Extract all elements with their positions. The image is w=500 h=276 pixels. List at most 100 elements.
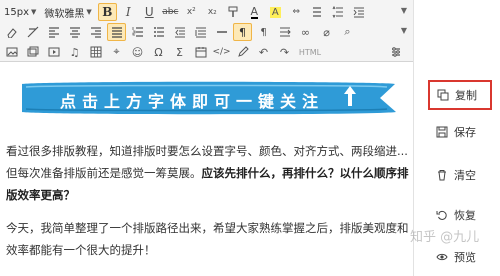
map-pin-icon: ⌖	[113, 45, 120, 58]
preview-label: 预览	[454, 251, 476, 264]
trash-icon	[435, 168, 449, 182]
eye-icon	[435, 250, 449, 264]
unordered-list-icon	[153, 27, 164, 37]
insert-table-button[interactable]	[86, 43, 105, 61]
more-tools-icon[interactable]: ▼	[401, 26, 407, 35]
letter-spacing-button[interactable]: ⇔	[287, 3, 306, 21]
text-direction-icon: ¶	[260, 26, 267, 38]
insert-image-button[interactable]	[2, 43, 21, 61]
preview-button[interactable]: 预览	[428, 242, 494, 272]
undo-icon: ↶	[258, 45, 269, 59]
font-size-select[interactable]: 15px ▼	[2, 3, 38, 21]
copy-label: 复制	[455, 89, 477, 102]
image-icon	[6, 47, 17, 57]
insert-map-button[interactable]: ⌖	[107, 43, 126, 61]
gallery-icon	[27, 46, 38, 57]
align-center-button[interactable]	[65, 23, 84, 41]
indent-icon	[353, 7, 365, 18]
omega-icon: Ω	[154, 45, 163, 59]
italic-button[interactable]: I	[119, 3, 138, 21]
align-right-icon	[90, 27, 101, 38]
video-icon	[48, 47, 59, 57]
settings-button[interactable]	[386, 43, 405, 61]
format-painter-button[interactable]	[224, 3, 243, 21]
paragraph-spacing-button[interactable]	[329, 3, 348, 21]
text-direction-button[interactable]: ¶	[254, 23, 273, 41]
clear-button[interactable]: 清空	[428, 160, 494, 190]
font-family-select[interactable]: 微软雅黑 ▼	[42, 3, 93, 21]
watermark: 知乎 @九儿	[410, 230, 480, 245]
horizontal-rule-button[interactable]	[212, 23, 231, 41]
restore-icon	[435, 208, 449, 222]
smiley-icon: ☺	[131, 45, 144, 59]
more-tools-icon[interactable]: ▼	[401, 6, 407, 15]
line-height-button[interactable]	[308, 3, 327, 21]
eraser-button[interactable]	[2, 23, 21, 41]
font-size-value: 15px	[4, 6, 29, 18]
follow-banner[interactable]: 点击上方字体即可一键关注	[0, 80, 413, 116]
background-color-button[interactable]: A	[266, 3, 285, 21]
align-center-icon	[69, 27, 80, 38]
bold-button[interactable]: B	[97, 3, 117, 21]
unordered-list-button[interactable]	[149, 23, 168, 41]
line-height-icon	[313, 7, 322, 17]
insert-date-button[interactable]	[191, 43, 210, 61]
link-button[interactable]: ∞	[296, 23, 315, 41]
paragraph-spacing-icon	[332, 6, 344, 18]
editor-toolbar: 15px ▼ 微软雅黑 ▼ B I U abc x² x₂ A A ⇔ ▼ ¶ …	[0, 0, 413, 62]
clear-format-button[interactable]	[23, 23, 42, 41]
align-left-button[interactable]	[44, 23, 63, 41]
superscript-button[interactable]: x²	[182, 3, 201, 21]
paragraph-format-button[interactable]: ¶	[233, 23, 252, 41]
sigma-icon: Σ	[176, 45, 183, 59]
font-family-value: 微软雅黑	[44, 8, 85, 20]
summary-text: 今天，我简单整理了一个排版路径出来，希望大家熟练掌握之后，排版美观度和效率都能有…	[6, 221, 409, 257]
save-button[interactable]: 保存	[428, 117, 494, 147]
insert-music-button[interactable]: ♫	[65, 43, 84, 61]
restore-label: 恢复	[454, 209, 476, 222]
blockquote-button[interactable]	[191, 23, 210, 41]
save-label: 保存	[454, 126, 476, 139]
music-icon: ♫	[69, 45, 80, 59]
outdent-icon	[174, 27, 185, 38]
font-color-icon: A	[250, 4, 259, 19]
horizontal-rule-icon	[216, 31, 227, 33]
indent-button[interactable]	[350, 3, 369, 21]
align-justify-button[interactable]	[107, 23, 126, 41]
insert-special-char-button[interactable]: Ω	[149, 43, 168, 61]
insert-code-button[interactable]: </>	[212, 43, 231, 61]
redo-button[interactable]: ↷	[275, 43, 294, 61]
unlink-button[interactable]: ⌀	[317, 23, 336, 41]
chevron-down-icon: ▼	[31, 8, 37, 16]
banner-text: 点击上方字体即可一键关注	[60, 94, 325, 111]
html-label: HTML	[298, 47, 322, 57]
html-source-button[interactable]: HTML	[296, 43, 324, 61]
paragraph-summary: 今天，我简单整理了一个排版路径出来，希望大家熟练掌握之后，排版美观度和效率都能有…	[6, 217, 412, 261]
list-style-button[interactable]	[275, 23, 294, 41]
undo-button[interactable]: ↶	[254, 43, 273, 61]
align-right-button[interactable]	[86, 23, 105, 41]
format-painter-icon	[228, 6, 238, 17]
ordered-list-button[interactable]	[128, 23, 147, 41]
insert-multi-image-button[interactable]	[23, 43, 42, 61]
subscript-button[interactable]: x₂	[203, 3, 222, 21]
redo-icon: ↷	[279, 45, 290, 59]
insert-emotion-button[interactable]: ☺	[128, 43, 147, 61]
editor-content[interactable]: 点击上方字体即可一键关注 看过很多排版教程，知道排版时要怎么设置字号、颜色、对齐…	[0, 63, 413, 276]
find-replace-button[interactable]: ⌕	[338, 23, 357, 41]
strikethrough-button[interactable]: abc	[161, 3, 180, 21]
code-icon: </>	[212, 47, 231, 57]
edit-tip-button[interactable]	[233, 43, 252, 61]
insert-formula-button[interactable]: Σ	[170, 43, 189, 61]
table-icon	[90, 46, 101, 58]
font-color-button[interactable]: A	[245, 3, 264, 21]
insert-video-button[interactable]	[44, 43, 63, 61]
copy-button[interactable]: 复制	[428, 80, 492, 110]
underline-button[interactable]: U	[140, 3, 159, 21]
toolbar-row-1: 15px ▼ 微软雅黑 ▼ B I U abc x² x₂ A A ⇔ ▼	[2, 2, 411, 22]
copy-icon	[436, 88, 450, 102]
list-style-icon	[279, 27, 291, 37]
paragraph-intro: 看过很多排版教程，知道排版时要怎么设置字号、颜色、对齐方式、两段缩进...但每次…	[6, 140, 412, 206]
ordered-list-icon	[132, 27, 143, 37]
outdent-button[interactable]	[170, 23, 189, 41]
